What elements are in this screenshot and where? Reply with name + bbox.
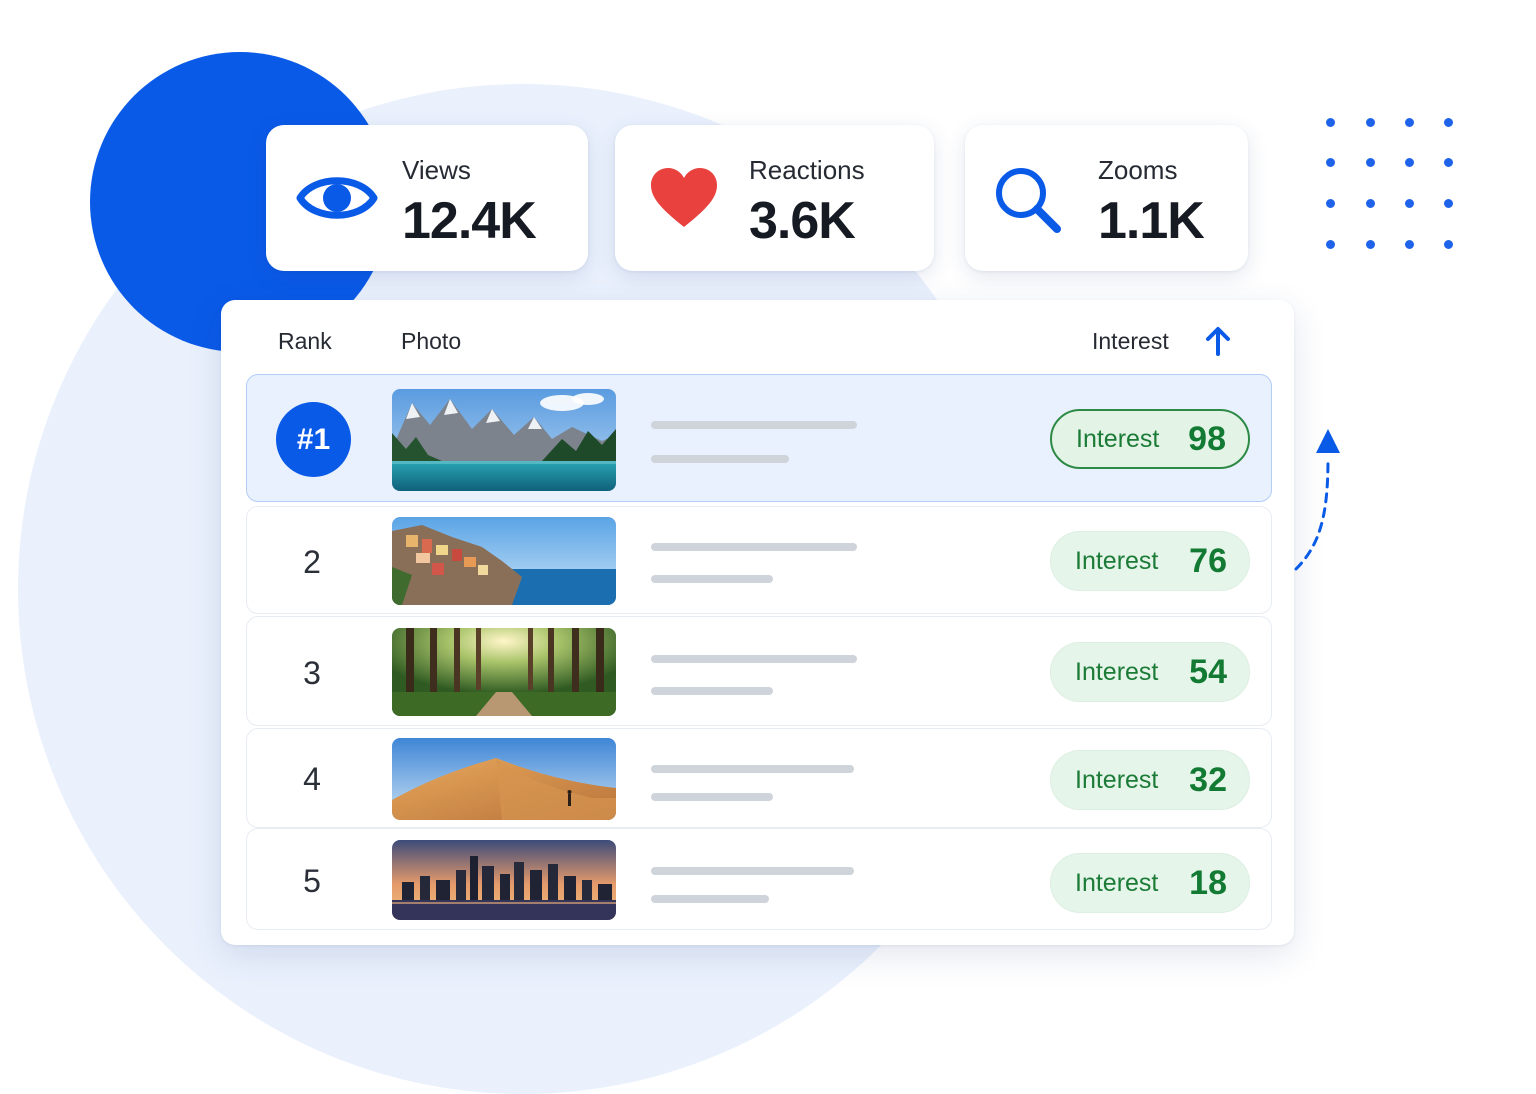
interest-score-pill[interactable]: Interest 76 (1050, 531, 1250, 591)
rank-number: 2 (303, 544, 321, 580)
rank-number: 3 (303, 655, 321, 691)
zooms-label: Zooms (1098, 155, 1178, 185)
zooms-stat-card[interactable]: Zooms 1.1K (965, 125, 1248, 271)
interest-value: 54 (1189, 652, 1227, 691)
ranking-table: Rank Photo Interest #1 Interest 98 2 Int… (221, 300, 1294, 945)
table-row[interactable]: 4 Interest 32 (246, 728, 1272, 828)
photo-thumbnail[interactable] (392, 389, 616, 491)
table-row[interactable]: 3 Interest 54 (246, 616, 1272, 726)
column-header-rank[interactable]: Rank (278, 328, 332, 355)
description-line (651, 867, 854, 875)
interest-score-pill[interactable]: Interest 54 (1050, 642, 1250, 702)
dot-grid-decoration (1322, 114, 1462, 254)
reactions-label: Reactions (749, 155, 865, 185)
interest-value: 18 (1189, 863, 1227, 902)
interest-value: 98 (1188, 419, 1226, 458)
zooms-value: 1.1K (1098, 192, 1205, 250)
photo-thumbnail[interactable] (392, 738, 616, 820)
rank-badge: #1 (276, 402, 351, 477)
eye-icon (296, 163, 378, 233)
reactions-value: 3.6K (749, 192, 856, 250)
interest-label: Interest (1075, 765, 1159, 794)
rank-number: 5 (303, 863, 321, 899)
interest-label: Interest (1075, 657, 1159, 686)
interest-score-pill[interactable]: Interest 32 (1050, 750, 1250, 810)
column-header-photo[interactable]: Photo (401, 328, 461, 355)
description-line (651, 455, 789, 463)
arrow-up-icon[interactable] (1205, 325, 1231, 357)
photo-thumbnail[interactable] (392, 628, 616, 716)
description-line (651, 421, 857, 429)
interest-label: Interest (1075, 868, 1159, 897)
views-label: Views (402, 155, 471, 185)
trend-arrow-icon (1290, 425, 1350, 575)
photo-thumbnail[interactable] (392, 517, 616, 605)
rank-number: 4 (303, 761, 321, 797)
interest-value: 32 (1189, 760, 1227, 799)
description-line (651, 575, 773, 583)
interest-label: Interest (1075, 546, 1159, 575)
heart-icon (649, 167, 731, 237)
description-line (651, 687, 773, 695)
table-row[interactable]: 2 Interest 76 (246, 506, 1272, 614)
views-stat-card[interactable]: Views 12.4K (266, 125, 588, 271)
table-row[interactable]: 5 Interest 18 (246, 828, 1272, 930)
table-row[interactable]: #1 Interest 98 (246, 374, 1272, 502)
views-value: 12.4K (402, 192, 537, 250)
interest-score-pill[interactable]: Interest 98 (1050, 409, 1250, 469)
interest-score-pill[interactable]: Interest 18 (1050, 853, 1250, 913)
description-line (651, 793, 773, 801)
description-line (651, 765, 854, 773)
column-header-interest[interactable]: Interest (1092, 328, 1169, 355)
description-line (651, 895, 769, 903)
photo-thumbnail[interactable] (392, 840, 616, 920)
interest-value: 76 (1189, 541, 1227, 580)
description-line (651, 655, 857, 663)
reactions-stat-card[interactable]: Reactions 3.6K (615, 125, 934, 271)
description-line (651, 543, 857, 551)
interest-label: Interest (1076, 424, 1160, 453)
search-icon (993, 165, 1075, 235)
